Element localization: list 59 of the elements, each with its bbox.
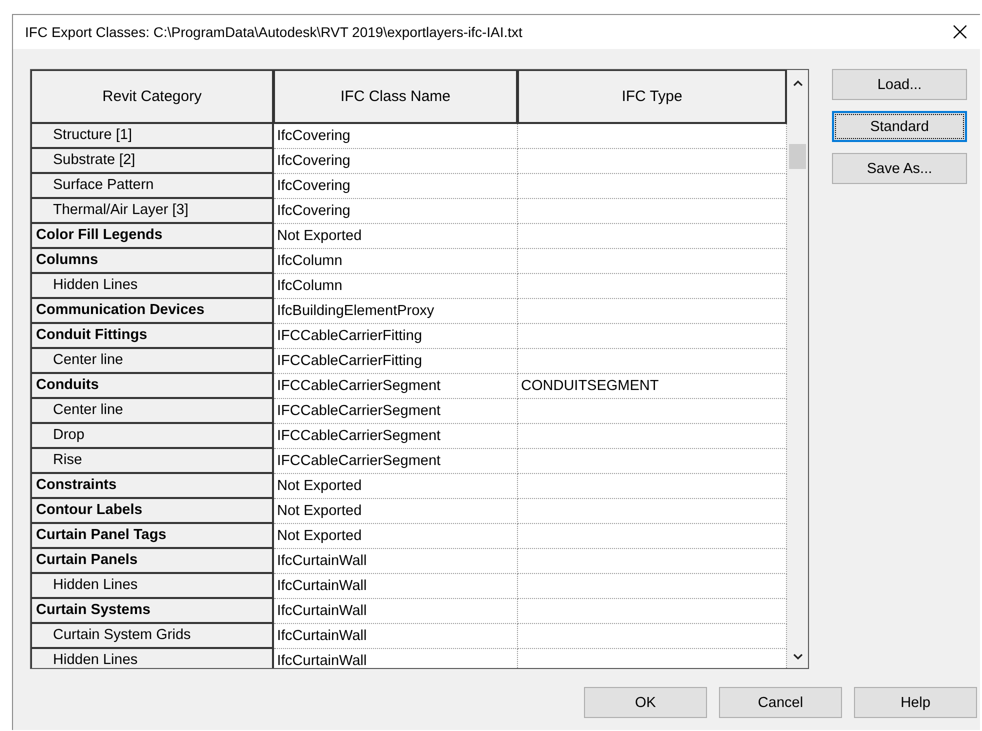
row-header[interactable]: Curtain Systems <box>31 599 274 624</box>
row-header[interactable]: Curtain System Grids <box>31 624 274 649</box>
row-header[interactable]: Structure [1] <box>31 124 274 149</box>
dialog-button[interactable]: Load... <box>832 69 967 100</box>
scroll-up-icon[interactable] <box>792 80 802 86</box>
table-cell[interactable]: Not Exported <box>274 474 518 499</box>
table-cell[interactable]: IfcCovering <box>274 124 518 149</box>
table-cell[interactable]: Not Exported <box>274 224 518 249</box>
table-cell[interactable]: IFCCableCarrierSegment <box>274 399 518 424</box>
row-header[interactable]: Columns <box>31 249 274 274</box>
table-cell[interactable]: IFCCableCarrierSegment <box>274 424 518 449</box>
row-header[interactable]: Conduits <box>31 374 274 399</box>
row-header[interactable]: Communication Devices <box>31 299 274 324</box>
dialog-button[interactable]: Save As... <box>832 153 967 184</box>
close-button[interactable]: × <box>940 15 980 49</box>
table-cell[interactable]: IfcCovering <box>274 199 518 224</box>
scroll-thumb[interactable] <box>789 144 806 169</box>
row-header[interactable]: Curtain Panel Tags <box>31 524 274 549</box>
row-header[interactable]: Drop <box>31 424 274 449</box>
table-cell[interactable]: IfcCurtainWall <box>274 574 518 599</box>
row-header[interactable]: Rise <box>31 449 274 474</box>
table-cell[interactable]: IFCCableCarrierFitting <box>274 349 518 374</box>
table-cell[interactable]: IfcColumn <box>274 249 518 274</box>
row-header[interactable]: Hidden Lines <box>31 274 274 299</box>
table-cell[interactable]: IfcCurtainWall <box>274 649 518 668</box>
row-header[interactable]: Surface Pattern <box>31 174 274 199</box>
table-cell[interactable]: Not Exported <box>274 499 518 524</box>
dialog-button[interactable]: Help <box>854 687 977 718</box>
row-header[interactable]: Substrate [2] <box>31 149 274 174</box>
table-cell[interactable]: IfcCurtainWall <box>274 599 518 624</box>
scroll-down-icon[interactable] <box>792 654 802 660</box>
table-cell[interactable]: IfcCurtainWall <box>274 624 518 649</box>
column-header[interactable]: IFC Class Name <box>274 70 518 124</box>
row-header[interactable]: Contour Labels <box>31 499 274 524</box>
row-header[interactable]: Hidden Lines <box>31 574 274 599</box>
table-cell[interactable]: IfcBuildingElementProxy <box>274 299 518 324</box>
table-cell[interactable]: IFCCableCarrierSegment <box>274 449 518 474</box>
row-header[interactable]: Color Fill Legends <box>31 224 274 249</box>
row-header[interactable]: Conduit Fittings <box>31 324 274 349</box>
row-header[interactable]: Curtain Panels <box>31 549 274 574</box>
table-cell[interactable]: IfcColumn <box>274 274 518 299</box>
table-cell[interactable]: IfcCovering <box>274 174 518 199</box>
scrollbar[interactable] <box>787 70 808 668</box>
window-title: IFC Export Classes: C:\ProgramData\Autodesk\RVT 2019\exportlayers-ifc-IAI.txt <box>25 24 522 40</box>
table-cell[interactable]: IFCCableCarrierFitting <box>274 324 518 349</box>
dialog-button[interactable]: Standard <box>832 111 967 142</box>
row-header[interactable]: Thermal/Air Layer [3] <box>31 199 274 224</box>
row-header[interactable]: Center line <box>31 399 274 424</box>
row-header[interactable]: Center line <box>31 349 274 374</box>
table-cell[interactable]: IfcCovering <box>274 149 518 174</box>
column-header[interactable]: Revit Category <box>31 70 274 124</box>
dialog-button[interactable]: OK <box>584 687 707 718</box>
table-cell[interactable]: IfcCurtainWall <box>274 549 518 574</box>
dialog-button[interactable]: Cancel <box>719 687 842 718</box>
table-cell[interactable]: Not Exported <box>274 524 518 549</box>
column-header[interactable]: IFC Type <box>518 70 787 124</box>
row-header[interactable]: Hidden Lines <box>31 649 274 668</box>
table-cell[interactable]: IFCCableCarrierSegment <box>274 374 518 399</box>
row-header[interactable]: Constraints <box>31 474 274 499</box>
